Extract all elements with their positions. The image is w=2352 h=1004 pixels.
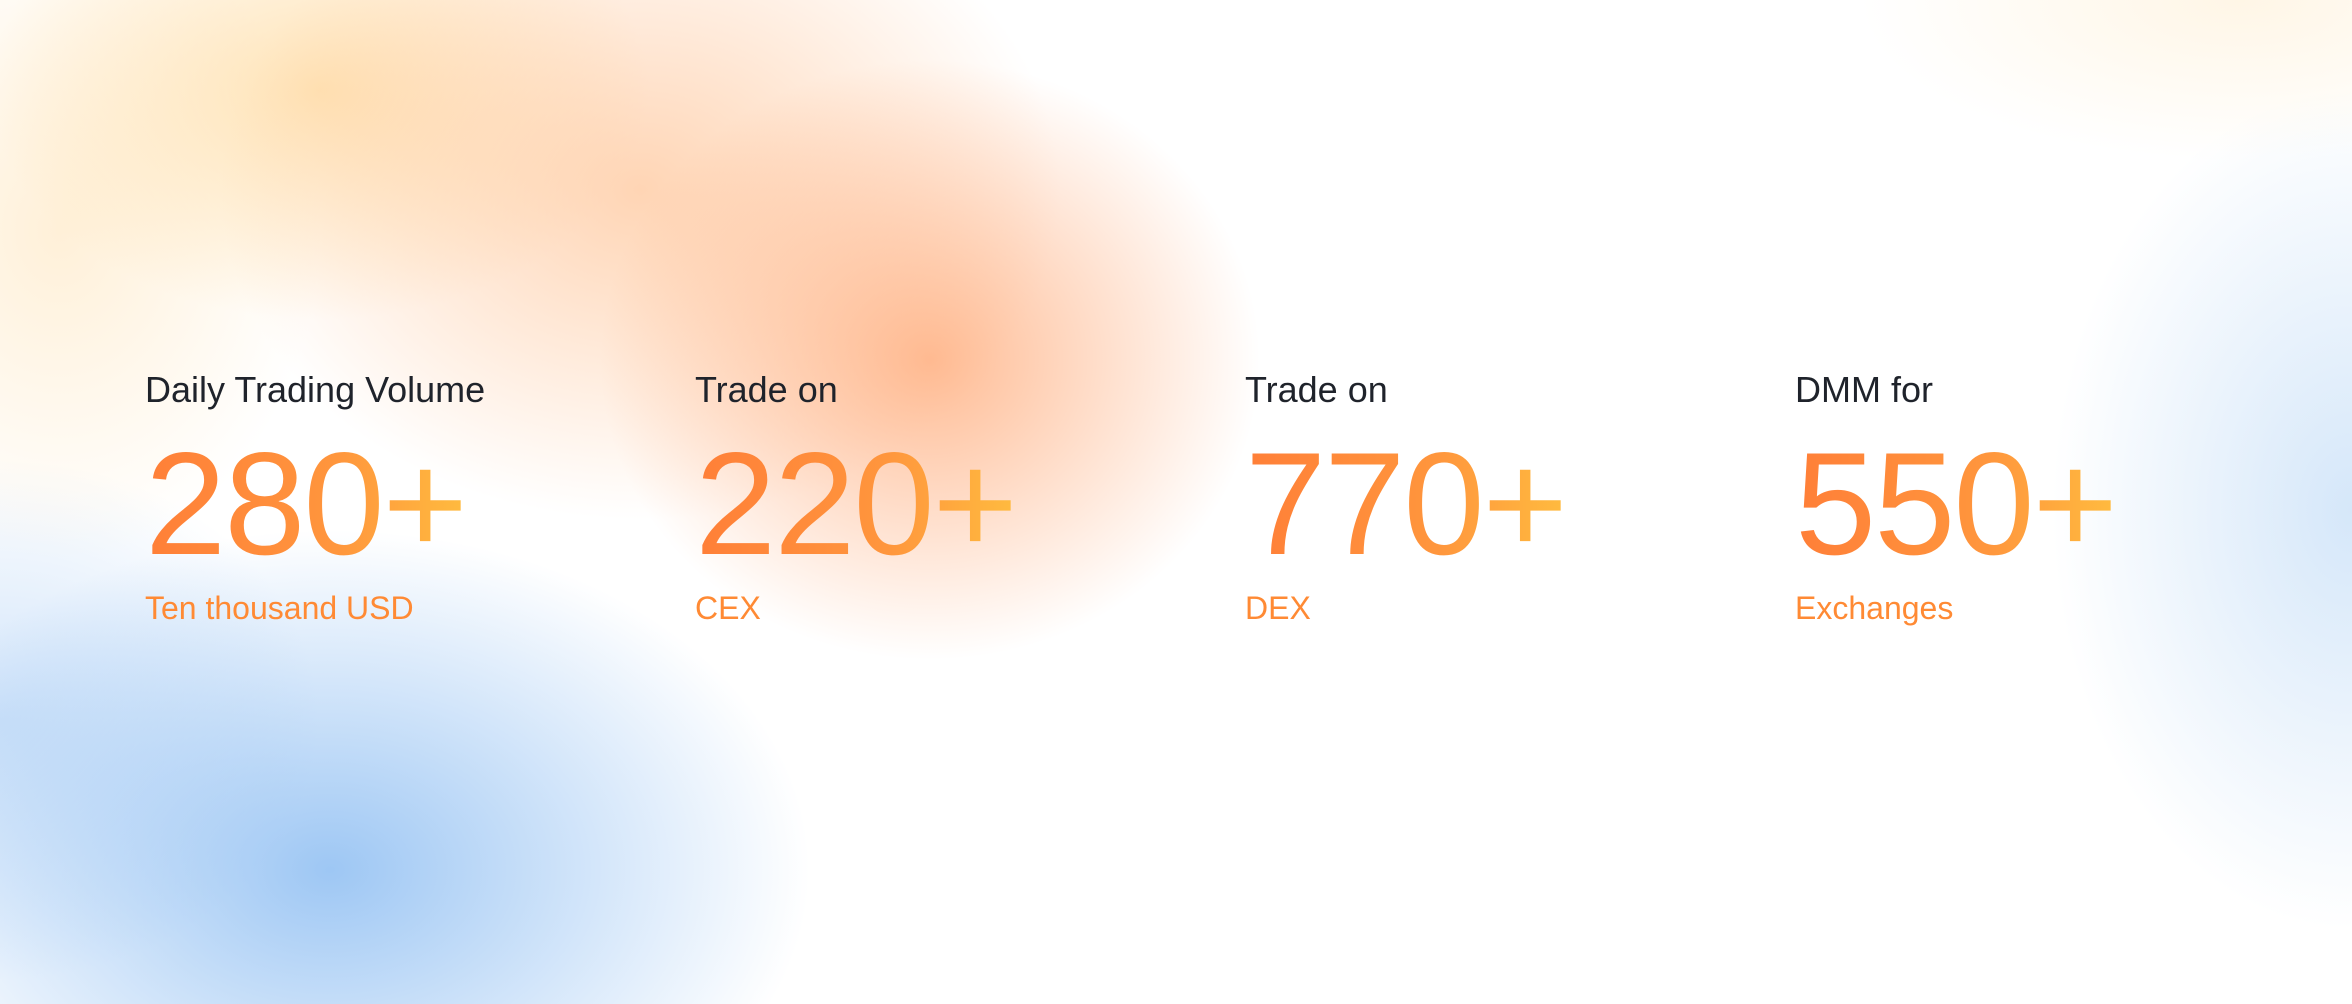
stat-unit: DEX bbox=[1245, 590, 1311, 626]
stat-label: Trade on bbox=[695, 369, 838, 410]
stat-cex: Trade on 220+ CEX bbox=[695, 366, 1195, 630]
stat-value: 280+ bbox=[145, 422, 468, 585]
stat-label: Daily Trading Volume bbox=[145, 369, 486, 410]
stat-dex: Trade on 770+ DEX bbox=[1245, 366, 1745, 630]
stat-value: 550+ bbox=[1795, 422, 2118, 585]
stat-label: Trade on bbox=[1245, 369, 1388, 410]
stats-section: Daily Trading Volume 280+ Ten thousand U… bbox=[145, 366, 2245, 646]
stat-value: 220+ bbox=[695, 422, 1018, 585]
stat-exchanges: DMM for 550+ Exchanges bbox=[1795, 366, 2295, 630]
stat-unit: CEX bbox=[695, 590, 761, 626]
stat-unit: Ten thousand USD bbox=[145, 590, 414, 626]
stat-value: 770+ bbox=[1245, 422, 1568, 585]
stat-label: DMM for bbox=[1795, 369, 1933, 410]
stat-unit: Exchanges bbox=[1795, 590, 1954, 626]
stat-daily-trading-volume: Daily Trading Volume 280+ Ten thousand U… bbox=[145, 366, 645, 630]
